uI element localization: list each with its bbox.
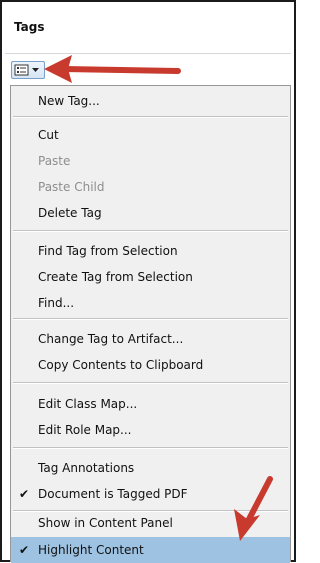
menu-separator: [13, 447, 288, 449]
menu-separator: [13, 230, 288, 232]
menu-item-paste: Paste: [38, 154, 71, 168]
panel-title: Tags: [14, 20, 45, 34]
menu-item-delete-tag[interactable]: Delete Tag: [11, 200, 290, 226]
menu-item-cut[interactable]: Cut: [11, 122, 290, 148]
menu-item-find-tag-from-selection[interactable]: Find Tag from Selection: [11, 238, 290, 264]
menu-separator: [13, 116, 288, 118]
menu-item-copy-contents-to-clipboard[interactable]: Copy Contents to Clipboard: [11, 352, 290, 378]
checkmark-icon: ✔: [19, 543, 30, 557]
checkmark-icon: ✔: [19, 487, 30, 501]
menu-separator: [13, 318, 288, 320]
menu-item-paste-child: Paste Child: [38, 180, 105, 194]
menu-item-find[interactable]: Find...: [11, 290, 290, 316]
red-arrow-icon: [44, 55, 181, 83]
menu-item-new-tag[interactable]: New Tag...: [11, 88, 290, 114]
menu-item-edit-class-map[interactable]: Edit Class Map...: [11, 391, 290, 417]
red-arrow-icon: [234, 476, 273, 541]
menu-item-create-tag-from-selection[interactable]: Create Tag from Selection: [11, 264, 290, 290]
menu-item-change-tag-to-artifact[interactable]: Change Tag to Artifact...: [11, 326, 290, 352]
menu-item-edit-role-map[interactable]: Edit Role Map...: [11, 417, 290, 443]
menu-separator: [13, 382, 288, 384]
